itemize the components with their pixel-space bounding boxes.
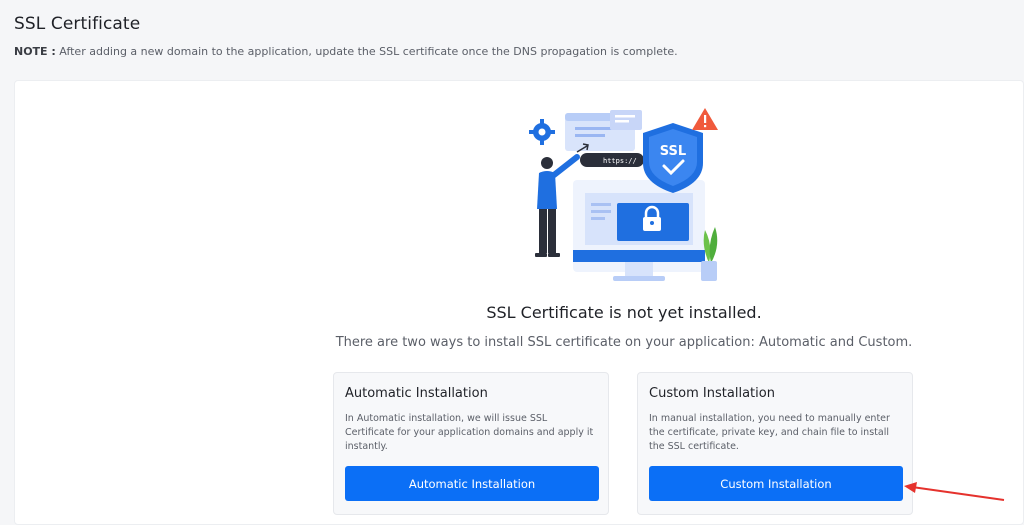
automatic-installation-card: Automatic Installation In Automatic inst… (333, 372, 609, 515)
ssl-illustration: https:// SSL (529, 108, 718, 281)
note-label: NOTE : (14, 45, 56, 58)
option-title: Custom Installation (649, 386, 775, 401)
warning-icon (692, 108, 718, 130)
option-title: Automatic Installation (345, 386, 488, 401)
monitor-icon (573, 180, 705, 281)
shield-text: SSL (660, 144, 686, 159)
option-description: In manual installation, you need to manu… (649, 413, 890, 452)
page-title: SSL Certificate (14, 14, 141, 34)
status-subline: There are two ways to install SSL certif… (335, 335, 913, 350)
custom-installation-button[interactable]: Custom Installation (649, 466, 903, 501)
url-text: https:// (603, 157, 637, 165)
url-bar: https:// (580, 153, 644, 167)
custom-installation-card: Custom Installation In manual installati… (637, 372, 913, 515)
person-figure (535, 154, 580, 257)
annotation-arrow-icon (904, 482, 1005, 501)
note-text: After adding a new domain to the applica… (55, 45, 678, 58)
status-headline: SSL Certificate is not yet installed. (486, 303, 762, 322)
ssl-note: NOTE : After adding a new domain to the … (14, 45, 678, 58)
option-description: In Automatic installation, we will issue… (345, 413, 594, 452)
automatic-installation-button[interactable]: Automatic Installation (345, 466, 599, 501)
gear-icon (529, 119, 555, 145)
